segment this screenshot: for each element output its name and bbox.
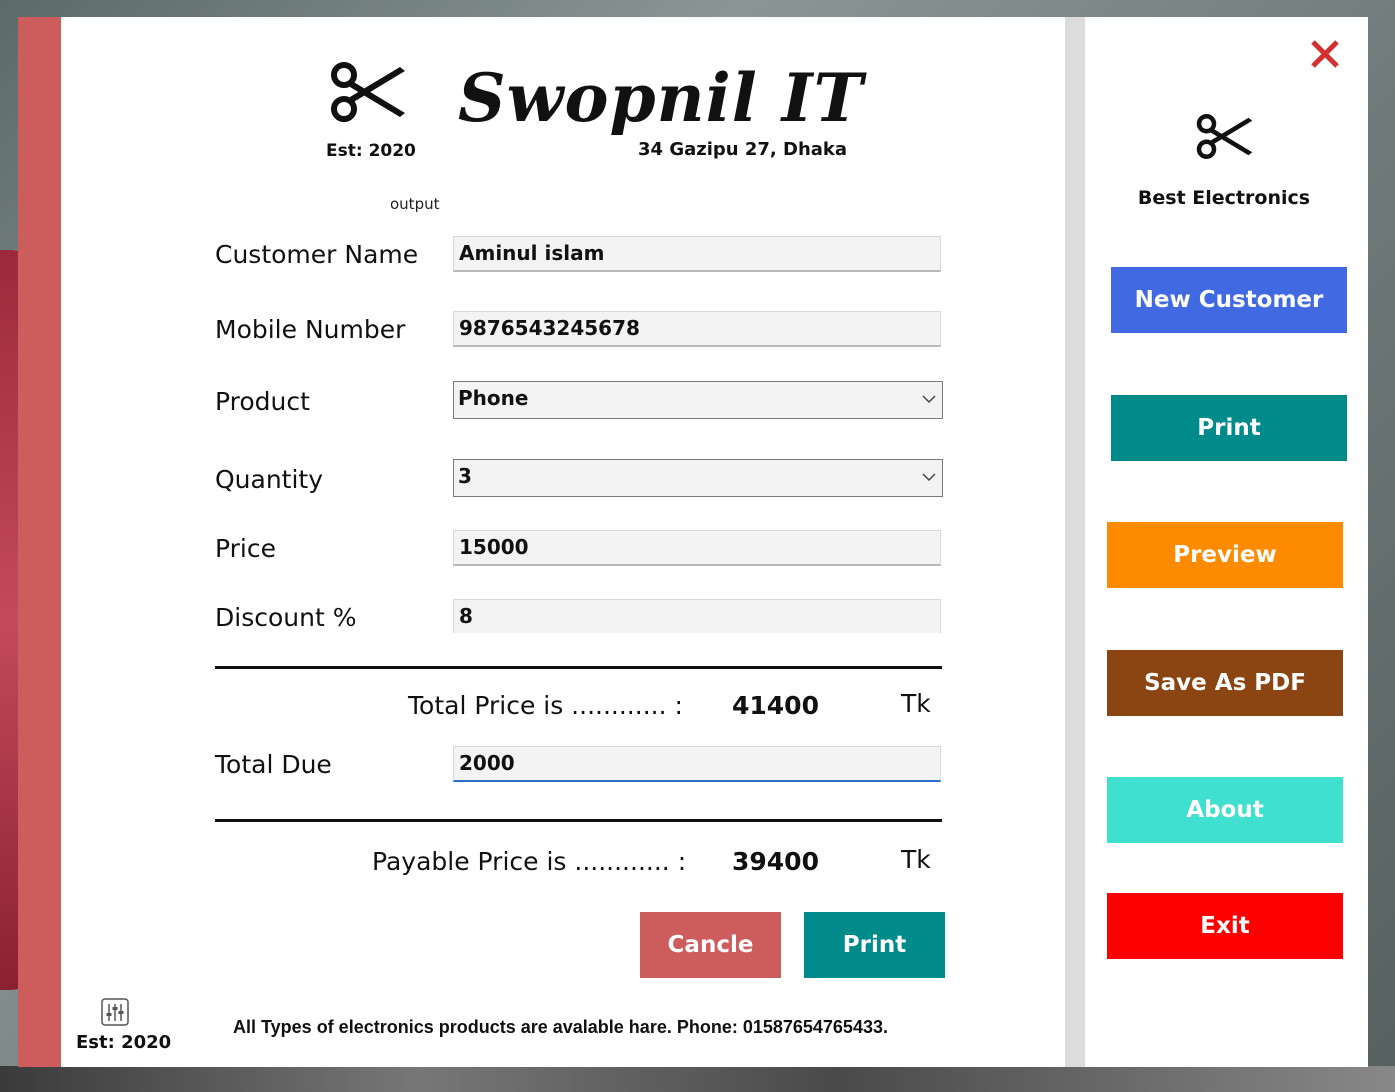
total-due-input[interactable]: 2000 [453,746,941,782]
separator-line [215,819,942,822]
customer-name-label: Customer Name [215,240,419,269]
scissors-icon [1196,114,1253,159]
panel-divider [1065,17,1085,1067]
discount-input[interactable]: 8 [453,599,941,633]
separator-line [215,666,942,669]
quantity-value: 3 [458,464,472,488]
quantity-select[interactable]: 3 [453,459,943,497]
print-button[interactable]: Print [804,912,945,978]
discount-label: Discount % [215,603,357,632]
footer-text: All Types of electronics products are av… [233,1017,888,1037]
total-price-label: Total Price is ............ : [408,691,683,720]
quantity-label: Quantity [215,465,324,494]
product-label: Product [215,387,310,416]
exit-button[interactable]: Exit [1107,893,1343,959]
payable-price-label: Payable Price is ............ : [372,847,687,876]
established-label: Est: 2020 [326,141,416,161]
chevron-down-icon [922,473,936,482]
new-customer-button[interactable]: New Customer [1111,267,1347,333]
save-pdf-button[interactable]: Save As PDF [1107,650,1343,716]
customer-name-input[interactable]: Aminul islam [453,236,941,272]
scissors-icon [331,62,405,122]
mobile-number-label: Mobile Number [215,315,406,344]
sliders-icon[interactable] [100,997,130,1027]
established-footer: Est: 2020 [76,1032,172,1053]
total-due-label: Total Due [215,750,332,779]
total-currency: Tk [901,689,931,718]
sidebar-print-button[interactable]: Print [1111,395,1347,461]
cancel-button[interactable]: Cancle [640,912,781,978]
about-button[interactable]: About [1107,777,1343,843]
sidebar-brand: Best Electronics [1137,187,1311,209]
price-label: Price [215,534,276,563]
left-accent-stripe [18,17,61,1067]
preview-button[interactable]: Preview [1107,522,1343,588]
mobile-number-input[interactable]: 9876543245678 [453,311,941,347]
brand-title: Swopnil IT [458,59,864,137]
background-strip [0,1066,1395,1092]
product-select[interactable]: Phone [453,381,943,419]
payable-price-value: 39400 [732,847,819,876]
app-window: Est: 2020 Swopnil IT 34 Gazipu 27, Dhaka… [18,17,1368,1067]
payable-currency: Tk [901,845,931,874]
price-input[interactable]: 15000 [453,530,941,566]
output-label: output [390,195,440,213]
product-value: Phone [458,386,529,410]
close-icon[interactable] [1308,37,1342,71]
chevron-down-icon [922,395,936,404]
address-label: 34 Gazipu 27, Dhaka [638,139,848,160]
total-price-value: 41400 [732,691,819,720]
